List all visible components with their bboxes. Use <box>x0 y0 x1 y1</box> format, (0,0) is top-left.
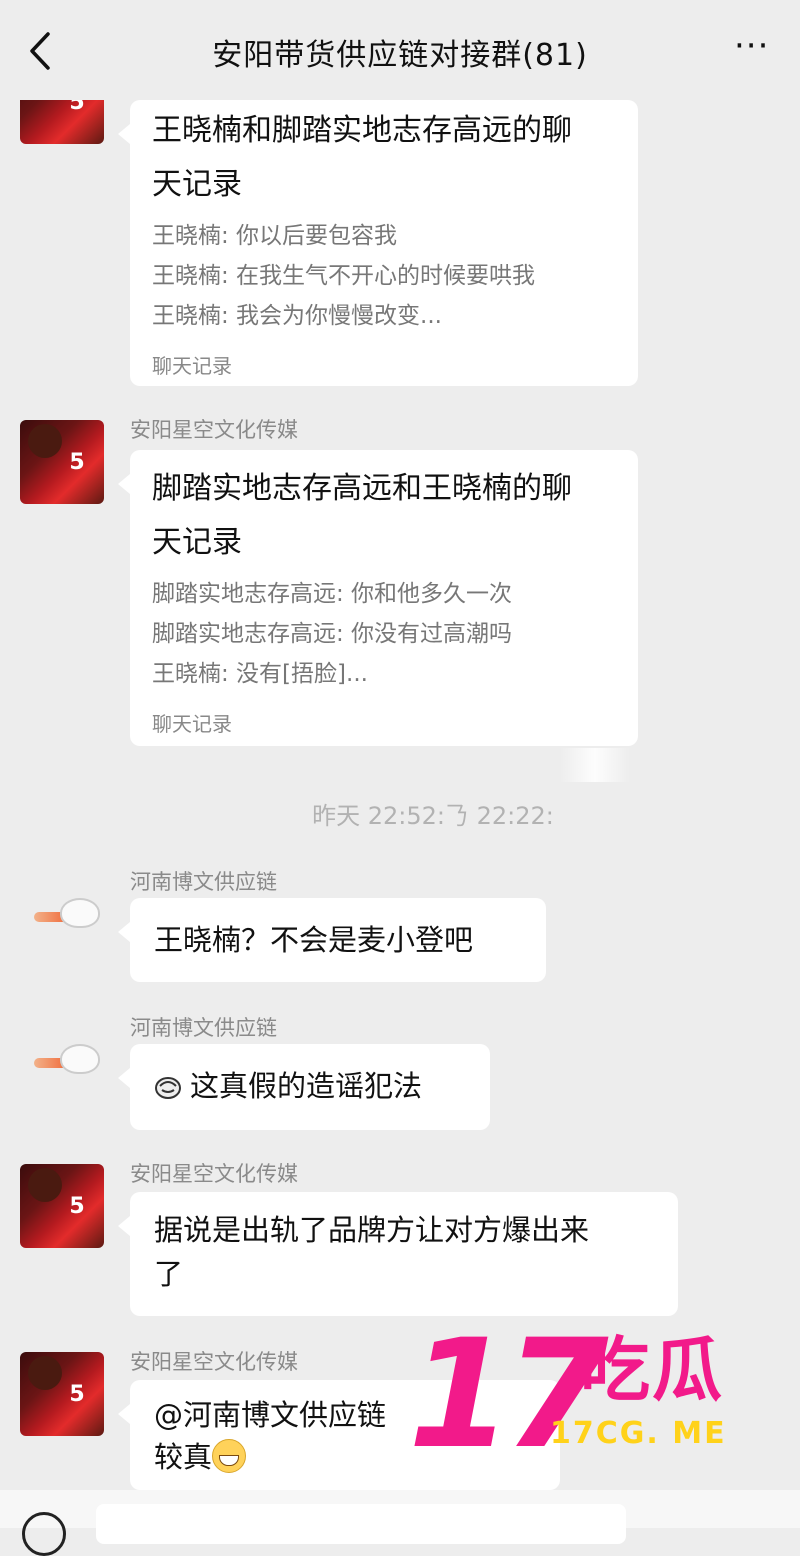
avatar[interactable] <box>20 1014 104 1098</box>
sender-name: 安阳星空文化传媒 <box>130 1350 298 1374</box>
chat-record-title-line2: 天记录 <box>152 167 242 202</box>
chat-record-footer: 聊天记录 <box>152 712 232 736</box>
watermark-chinese: 吃瓜 <box>580 1329 724 1411</box>
blur-artifact <box>560 748 630 782</box>
sender-name: 河南博文供应链 <box>130 1016 277 1040</box>
avatar[interactable] <box>20 868 104 952</box>
input-bar <box>0 1490 800 1556</box>
message-text: 王晓楠？不会是麦小登吧 <box>154 923 474 957</box>
message-text-line2: 较真 <box>154 1440 213 1474</box>
chat-record-line: 王晓楠: 在我生气不开心的时候要哄我 <box>152 263 536 289</box>
chat-record-line: 王晓楠: 没有[捂脸]... <box>152 661 368 687</box>
message-text-line1: 据说是出轨了品牌方让对方爆出来 <box>154 1213 590 1247</box>
chat-record-line: 王晓楠: 我会为你慢慢改变... <box>152 303 442 329</box>
watermark-logo: 17 吃瓜 17CG. ME <box>408 1320 768 1490</box>
chat-record-card[interactable]: 脚踏实地志存高远和王晓楠的聊 天记录 脚踏实地志存高远: 你和他多久一次 脚踏实… <box>118 450 638 746</box>
sender-name: 安阳星空文化传媒 <box>130 1162 298 1186</box>
avatar[interactable]: 5 <box>20 1352 104 1436</box>
more-options-button[interactable]: ··· <box>734 29 774 70</box>
message-text: 这真假的造谣犯法 <box>190 1069 423 1103</box>
message-input[interactable] <box>96 1504 626 1544</box>
avatar[interactable]: 5 <box>20 1164 104 1248</box>
chat-record-title-line2: 天记录 <box>152 525 242 560</box>
chat-record-footer: 聊天记录 <box>152 354 232 378</box>
avatar[interactable]: 5 <box>20 420 104 504</box>
chat-record-line: 脚踏实地志存高远: 你和他多久一次 <box>152 581 513 607</box>
watermark-site: 17CG. ME <box>550 1416 727 1451</box>
timestamp: 昨天 22:52:𠄎 22:22: <box>312 802 554 830</box>
sender-name: 河南博文供应链 <box>130 870 277 894</box>
chat-record-line: 王晓楠: 你以后要包容我 <box>152 223 398 249</box>
sender-name: 安阳星空文化传媒 <box>130 418 298 442</box>
voice-input-button[interactable] <box>22 1512 66 1556</box>
grin-emoji-icon <box>212 1439 247 1473</box>
message-bubble[interactable]: 这真假的造谣犯法 <box>118 1044 490 1130</box>
chat-record-line: 脚踏实地志存高远: 你没有过高潮吗 <box>152 621 513 647</box>
message-text-line2: 了 <box>154 1257 184 1291</box>
message-bubble[interactable]: 王晓楠？不会是麦小登吧 <box>118 898 546 982</box>
group-title: 安阳带货供应链对接群(81) <box>212 38 588 73</box>
chat-record-title-line1: 脚踏实地志存高远和王晓楠的聊 <box>152 471 572 506</box>
chat-record-card[interactable]: 王晓楠和脚踏实地志存高远的聊 天记录 王晓楠: 你以后要包容我 王晓楠: 在我生… <box>118 100 638 386</box>
chat-record-title-line1: 王晓楠和脚踏实地志存高远的聊 <box>152 113 572 148</box>
chat-header: 安阳带货供应链对接群(81) ··· <box>0 0 800 100</box>
facepalm-emoji-icon <box>154 1066 182 1099</box>
message-bubble[interactable]: 据说是出轨了品牌方让对方爆出来 了 <box>118 1192 678 1316</box>
